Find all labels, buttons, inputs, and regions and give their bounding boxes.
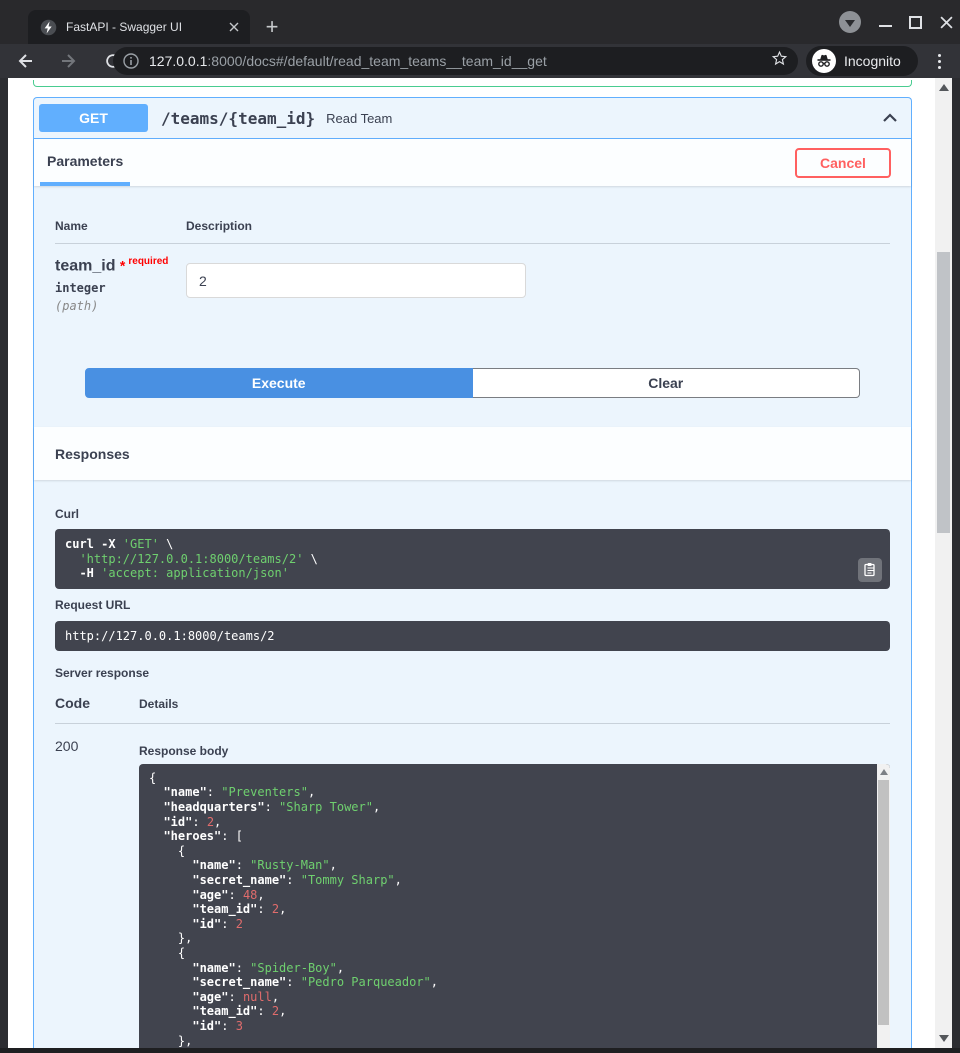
url-host: 127.0.0.1 [149, 53, 207, 69]
window-frame-bottom [0, 1048, 960, 1053]
endpoint-summary: Read Team [326, 111, 392, 126]
method-badge: GET [39, 104, 148, 132]
required-star: * [120, 257, 125, 273]
responses-header: Responses [34, 427, 911, 480]
browser-menu-icon[interactable] [929, 51, 949, 71]
response-body-label: Response body [139, 744, 890, 758]
browser-tab[interactable]: FastAPI - Swagger UI [28, 10, 250, 44]
curl-command: curl -X 'GET' \ 'http://127.0.0.1:8000/t… [55, 529, 890, 589]
browser-tab-bar: FastAPI - Swagger UI + [0, 0, 960, 44]
column-header-description: Description [186, 219, 252, 233]
required-label: required [128, 256, 168, 267]
tab-close-icon[interactable] [226, 19, 242, 35]
scroll-up-icon[interactable] [939, 84, 949, 91]
parameter-name: team_id *required [55, 256, 186, 275]
tab-parameters[interactable]: Parameters [40, 139, 130, 186]
back-icon[interactable] [14, 50, 36, 72]
responses-title: Responses [55, 446, 130, 462]
cancel-button[interactable]: Cancel [795, 148, 891, 178]
execute-button[interactable]: Execute [85, 368, 473, 398]
column-header-name: Name [55, 219, 186, 233]
forward-icon[interactable] [58, 50, 80, 72]
url-bar[interactable]: 127.0.0.1:8000/docs#/default/read_team_t… [113, 47, 798, 75]
parameters-section: Name Description team_id *required integ… [34, 219, 911, 398]
bookmark-star-icon[interactable] [771, 50, 788, 72]
response-body: { "name": "Preventers", "headquarters": … [139, 764, 890, 1048]
column-header-code: Code [55, 695, 139, 711]
parameter-location: (path) [55, 299, 186, 313]
opblock-get-teams: GET /teams/{team_id} Read Team Parameter… [33, 97, 912, 1048]
incognito-icon [812, 49, 836, 73]
profile-chevron-icon[interactable] [839, 11, 861, 33]
request-url-value: http://127.0.0.1:8000/teams/2 [55, 621, 890, 651]
window-maximize-button[interactable] [909, 16, 922, 29]
response-body-scrollbar[interactable] [877, 764, 890, 1048]
server-response-label: Server response [55, 666, 890, 680]
fastapi-favicon-icon [40, 19, 57, 36]
response-table-header: Code Details [55, 695, 890, 711]
incognito-badge: Incognito [806, 46, 918, 76]
parameter-type: integer [55, 281, 186, 295]
parameters-header: Parameters Cancel [34, 139, 911, 186]
scroll-up-icon[interactable] [880, 769, 888, 775]
request-url-label: Request URL [55, 598, 890, 612]
window-close-button[interactable] [938, 14, 954, 30]
url-path: :8000/docs#/default/read_team_teams__tea… [207, 53, 546, 69]
page-scrollbar-thumb[interactable] [937, 252, 950, 533]
collapse-chevron-icon[interactable] [879, 107, 901, 129]
page-info-icon[interactable] [123, 53, 139, 69]
responses-section: Curl curl -X 'GET' \ 'http://127.0.0.1:8… [34, 480, 911, 1048]
scrollbar-thumb[interactable] [878, 780, 889, 1025]
copy-to-clipboard-button[interactable] [858, 558, 882, 582]
previous-opblock-edge [33, 80, 912, 87]
tab-title: FastAPI - Swagger UI [66, 20, 226, 34]
curl-label: Curl [55, 507, 890, 521]
team-id-input[interactable] [186, 263, 526, 298]
endpoint-path: /teams/{team_id} [161, 109, 315, 128]
url-text[interactable]: 127.0.0.1:8000/docs#/default/read_team_t… [149, 53, 547, 69]
column-header-details: Details [139, 697, 178, 711]
incognito-label: Incognito [844, 53, 901, 69]
opblock-summary[interactable]: GET /teams/{team_id} Read Team [34, 98, 911, 139]
execute-row: Execute Clear [85, 368, 860, 398]
page-scrollbar[interactable] [935, 78, 952, 1048]
swagger-page: GET /teams/{team_id} Read Team Parameter… [8, 78, 935, 1048]
new-tab-button[interactable]: + [258, 13, 286, 41]
response-row: 200 Response body { "name": "Preventers"… [55, 736, 890, 1048]
clear-button[interactable]: Clear [473, 368, 861, 398]
parameter-row: team_id *required integer (path) [55, 256, 890, 313]
status-code: 200 [55, 736, 139, 1048]
scroll-down-icon[interactable] [939, 1035, 949, 1042]
window-minimize-button[interactable] [877, 14, 893, 30]
browser-toolbar: 127.0.0.1:8000/docs#/default/read_team_t… [0, 44, 960, 78]
